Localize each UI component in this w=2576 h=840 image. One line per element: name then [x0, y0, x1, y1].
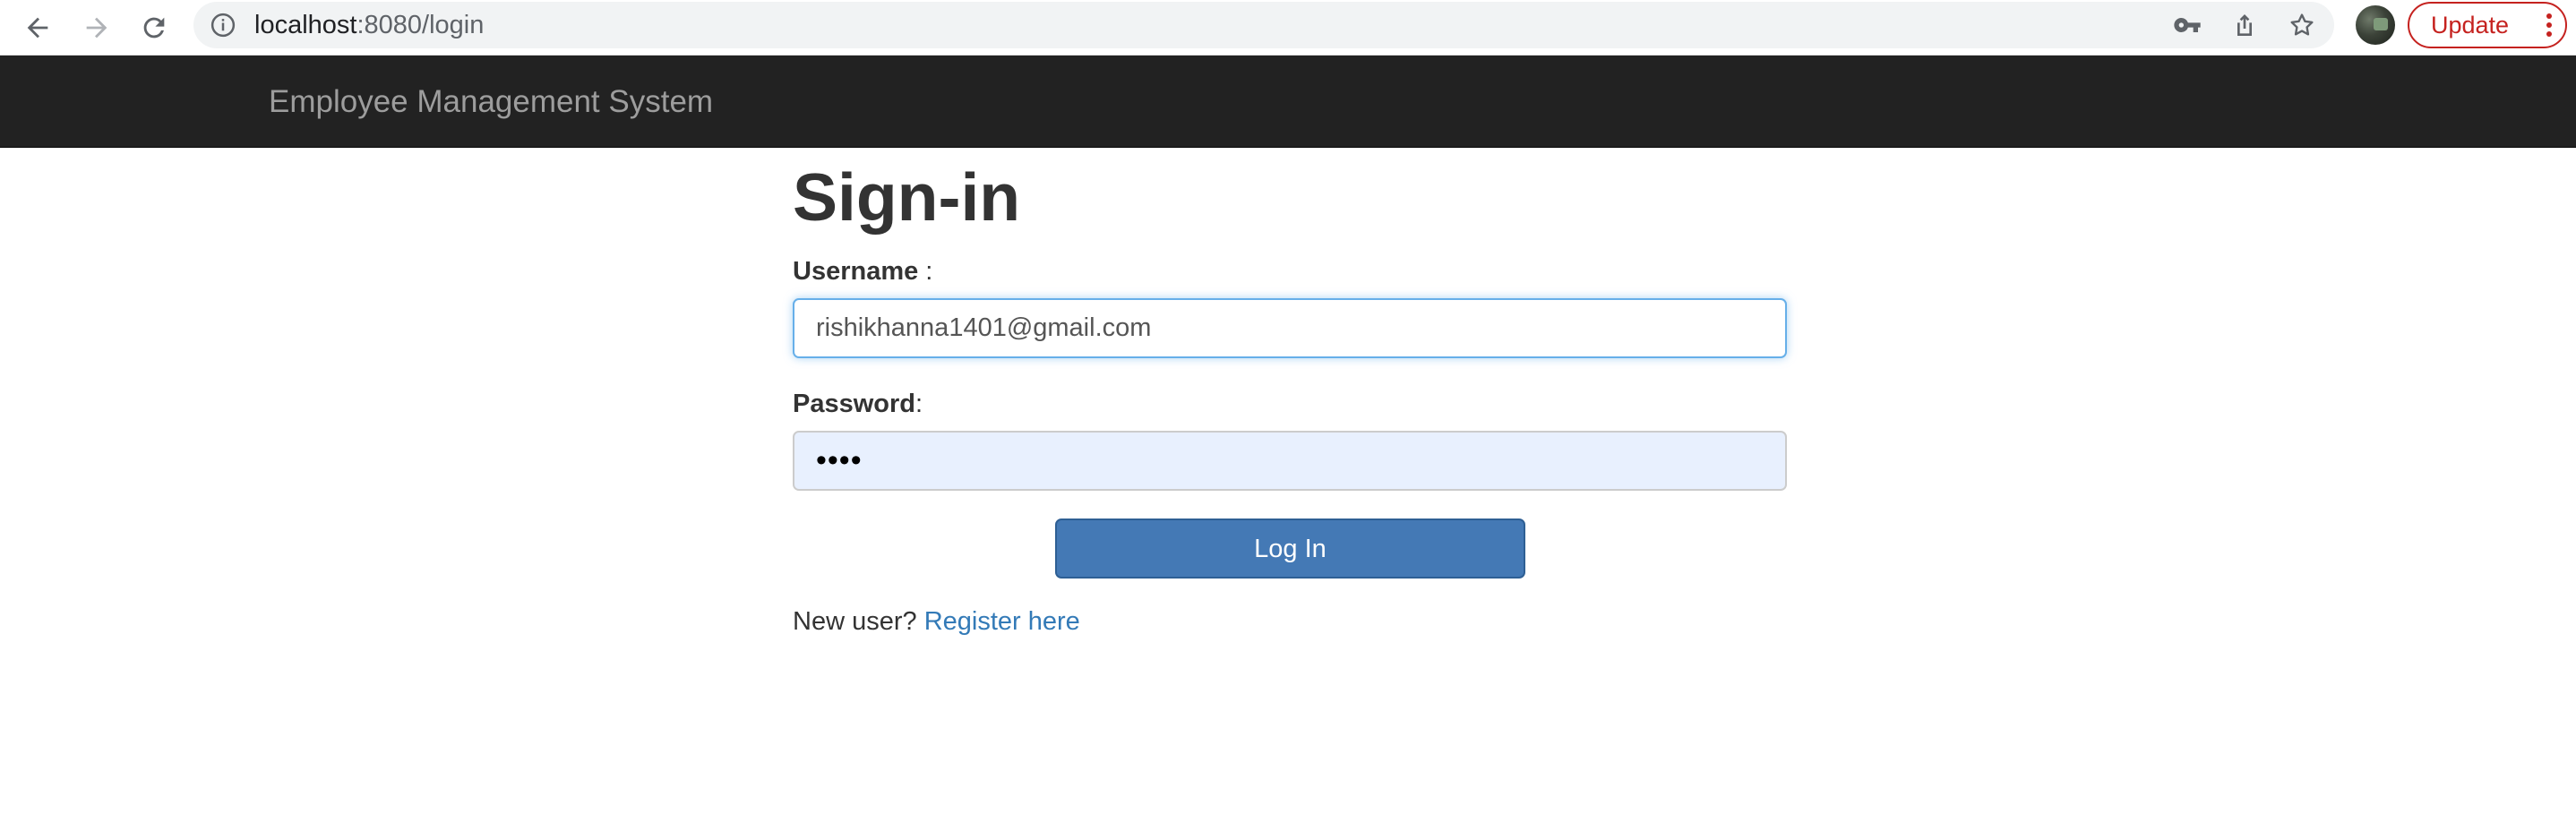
- login-button[interactable]: Log In: [1055, 519, 1525, 579]
- reload-icon: [143, 17, 165, 39]
- password-label-text: Password: [793, 390, 915, 418]
- key-icon[interactable]: [2171, 9, 2203, 41]
- update-button[interactable]: Update: [2408, 2, 2567, 48]
- register-link[interactable]: Register here: [924, 607, 1080, 636]
- arrow-right-icon: [86, 17, 107, 39]
- password-input[interactable]: [793, 431, 1787, 491]
- arrow-left-icon: [27, 17, 48, 39]
- url-text[interactable]: localhost:8080/login: [254, 2, 484, 48]
- reload-button[interactable]: [133, 6, 176, 49]
- url-path: :8080/login: [356, 11, 485, 39]
- username-label-text: Username: [793, 257, 919, 286]
- username-label-colon: :: [918, 257, 933, 286]
- update-label: Update: [2431, 12, 2510, 39]
- url-host: localhost: [254, 11, 357, 39]
- username-input[interactable]: [793, 298, 1787, 358]
- star-icon[interactable]: [2286, 9, 2318, 41]
- app-navbar: Employee Management System: [0, 56, 2576, 148]
- profile-avatar[interactable]: [2356, 5, 2395, 45]
- username-label: Username :: [793, 257, 932, 287]
- password-label-colon: :: [915, 390, 923, 418]
- back-button[interactable]: [16, 6, 59, 49]
- new-user-text: New user?: [793, 607, 917, 636]
- forward-button[interactable]: [75, 6, 118, 49]
- password-label: Password:: [793, 390, 923, 419]
- share-icon[interactable]: [2228, 9, 2261, 41]
- navbar-brand[interactable]: Employee Management System: [269, 56, 713, 148]
- browser-toolbar: localhost:8080/login Update: [0, 0, 2576, 56]
- page-title: Sign-in: [793, 159, 1021, 235]
- address-bar[interactable]: localhost:8080/login: [193, 2, 2334, 48]
- vertical-dots-icon: [2546, 13, 2552, 37]
- info-icon[interactable]: [210, 12, 236, 39]
- register-prompt: New user? Register here: [793, 607, 1080, 637]
